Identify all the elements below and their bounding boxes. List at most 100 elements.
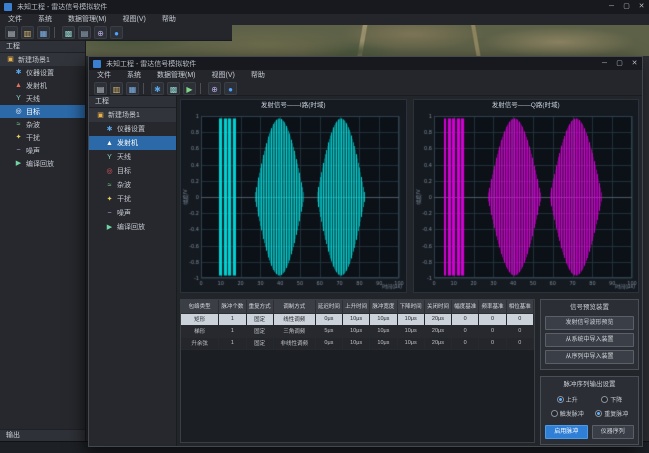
- enable-pulse-button[interactable]: 启用脉冲: [545, 425, 588, 439]
- tree-item[interactable]: ✦干扰: [89, 192, 176, 206]
- table-header-cell[interactable]: 幅度基准: [452, 300, 479, 313]
- grid-icon[interactable]: ▩: [167, 82, 180, 95]
- new-doc-icon[interactable]: ▤: [94, 82, 107, 95]
- radio-option[interactable]: 重复脉冲: [595, 409, 628, 418]
- transmitter-icon: ▲: [105, 139, 114, 148]
- save-icon[interactable]: ▦: [126, 82, 139, 95]
- table-header-cell[interactable]: 延迟时间: [315, 300, 342, 313]
- tree-item-label: 杂波: [117, 180, 131, 190]
- tree-item[interactable]: ▲发射机: [0, 79, 85, 92]
- tree-item-label: 编译回放: [117, 222, 145, 232]
- output-panel-tab[interactable]: 输出: [0, 429, 85, 441]
- table-row[interactable]: 矩形1固定线性调频0μs10μs10μs10μs20μs000: [181, 313, 534, 325]
- tree-item[interactable]: ✱仪器设置: [89, 122, 176, 136]
- play-icon[interactable]: ▶: [183, 82, 196, 95]
- tree-item[interactable]: ~噪声: [0, 144, 85, 157]
- table-cell: 10μs: [343, 337, 370, 349]
- table-header-cell[interactable]: 下降时间: [397, 300, 424, 313]
- new-doc-icon[interactable]: ▤: [5, 26, 18, 39]
- minimize-icon[interactable]: ─: [604, 0, 619, 14]
- table-cell: 10μs: [397, 313, 424, 325]
- tree-item[interactable]: ◎目标: [0, 105, 85, 118]
- table-cell: 固定: [246, 313, 273, 325]
- menu-item[interactable]: 视图(V): [204, 70, 243, 81]
- menu-item[interactable]: 文件: [0, 14, 30, 25]
- link-icon[interactable]: ⊕: [208, 82, 221, 95]
- import-from-system-button[interactable]: 从系统中导入装置: [545, 333, 634, 347]
- close-icon[interactable]: ✕: [627, 57, 642, 71]
- chart-title: 发射信号——I路(时域): [181, 100, 406, 112]
- gear-icon[interactable]: ✱: [151, 82, 164, 95]
- import-from-sequence-button[interactable]: 从序列中导入装置: [545, 350, 634, 364]
- open-icon[interactable]: ▥: [110, 82, 123, 95]
- dot-icon[interactable]: ●: [110, 26, 123, 39]
- table-header-cell[interactable]: 脉冲宽度: [370, 300, 397, 313]
- table-header-cell[interactable]: 调制方式: [273, 300, 315, 313]
- layers-icon[interactable]: ▤: [78, 26, 91, 39]
- table-cell: 10μs: [343, 325, 370, 337]
- table-header-cell[interactable]: 关闭时间: [424, 300, 451, 313]
- instrument-sequence-button[interactable]: 仪器序列: [592, 425, 635, 439]
- menu-item[interactable]: 帮助: [243, 70, 273, 81]
- pulse-table: 包络类型脉冲个数重复方式调制方式延迟时间上升时间脉冲宽度下降时间关闭时间幅度基准…: [180, 299, 535, 443]
- tree-item[interactable]: ▶编译回放: [89, 220, 176, 234]
- link-icon[interactable]: ⊕: [94, 26, 107, 39]
- project-panel-tab[interactable]: 工程: [89, 96, 176, 108]
- menu-item[interactable]: 系统: [30, 14, 60, 25]
- tree-item[interactable]: ≈杂波: [0, 118, 85, 131]
- grid-icon[interactable]: ▩: [62, 26, 75, 39]
- table-row[interactable]: 升余弦1固定非线性调频0μs10μs10μs10μs20μs000: [181, 337, 534, 349]
- q-channel-waveform: [415, 112, 637, 290]
- maximize-icon[interactable]: ▢: [612, 57, 627, 71]
- project-panel-tab[interactable]: 工程: [0, 41, 85, 53]
- tree-item[interactable]: ◎目标: [89, 164, 176, 178]
- table-header-cell[interactable]: 频率基准: [479, 300, 506, 313]
- transmitter-icon: ▲: [14, 81, 23, 90]
- table-header-cell[interactable]: 相位基准: [506, 300, 533, 313]
- close-icon[interactable]: ✕: [634, 0, 649, 14]
- table-cell: 20μs: [424, 325, 451, 337]
- group-title: 信号预览装置: [545, 303, 634, 313]
- tree-item-label: 目标: [117, 166, 131, 176]
- table-header-cell[interactable]: 脉冲个数: [219, 300, 246, 313]
- menu-item[interactable]: 文件: [89, 70, 119, 81]
- table-header-cell[interactable]: 上升时间: [343, 300, 370, 313]
- tree-item[interactable]: Y天线: [89, 150, 176, 164]
- open-icon[interactable]: ▥: [21, 26, 34, 39]
- menu-item[interactable]: 系统: [119, 70, 149, 81]
- table-cell: 线性调频: [273, 313, 315, 325]
- menu-item[interactable]: 视图(V): [115, 14, 154, 25]
- radio-row: 触发脉冲 重复脉冲: [545, 409, 634, 418]
- table-cell: 非线性调频: [273, 337, 315, 349]
- noise-icon: ~: [14, 146, 23, 155]
- radio-option[interactable]: 触发脉冲: [551, 409, 584, 418]
- menu-item[interactable]: 数据管理(M): [149, 70, 204, 81]
- tree-item[interactable]: ▶编译回放: [0, 157, 85, 170]
- menu-item[interactable]: 数据管理(M): [60, 14, 115, 25]
- table-row[interactable]: 梯形1固定三角调频5μs10μs10μs10μs20μs000: [181, 325, 534, 337]
- tree-item[interactable]: ▣新建场景1: [0, 53, 85, 66]
- radio-option[interactable]: 下降: [601, 395, 622, 404]
- tree-item-label: 目标: [26, 107, 40, 117]
- minimize-icon[interactable]: ─: [597, 57, 612, 71]
- tree-item-label: 干扰: [117, 194, 131, 204]
- tree-item[interactable]: ▣新建场景1: [89, 108, 176, 122]
- table-cell: 0μs: [315, 337, 342, 349]
- maximize-icon[interactable]: ▢: [619, 0, 634, 14]
- tree-item[interactable]: ▲发射机: [89, 136, 176, 150]
- waveform-preview-button[interactable]: 发射信号波形预览: [545, 316, 634, 330]
- tree-item[interactable]: ~噪声: [89, 206, 176, 220]
- table-header-cell[interactable]: 重复方式: [246, 300, 273, 313]
- save-icon[interactable]: ▦: [37, 26, 50, 39]
- tree-item[interactable]: Y天线: [0, 92, 85, 105]
- menu-item[interactable]: 帮助: [154, 14, 184, 25]
- tree-item[interactable]: ≈杂波: [89, 178, 176, 192]
- tree-item-label: 干扰: [26, 133, 40, 143]
- table-header-cell[interactable]: 包络类型: [181, 300, 219, 313]
- radio-option[interactable]: 上升: [557, 395, 578, 404]
- tree-item[interactable]: ✱仪器设置: [0, 66, 85, 79]
- table-cell: 10μs: [343, 313, 370, 325]
- dot-icon[interactable]: ●: [224, 82, 237, 95]
- tree-item-label: 编译回放: [26, 159, 54, 169]
- tree-item[interactable]: ✦干扰: [0, 131, 85, 144]
